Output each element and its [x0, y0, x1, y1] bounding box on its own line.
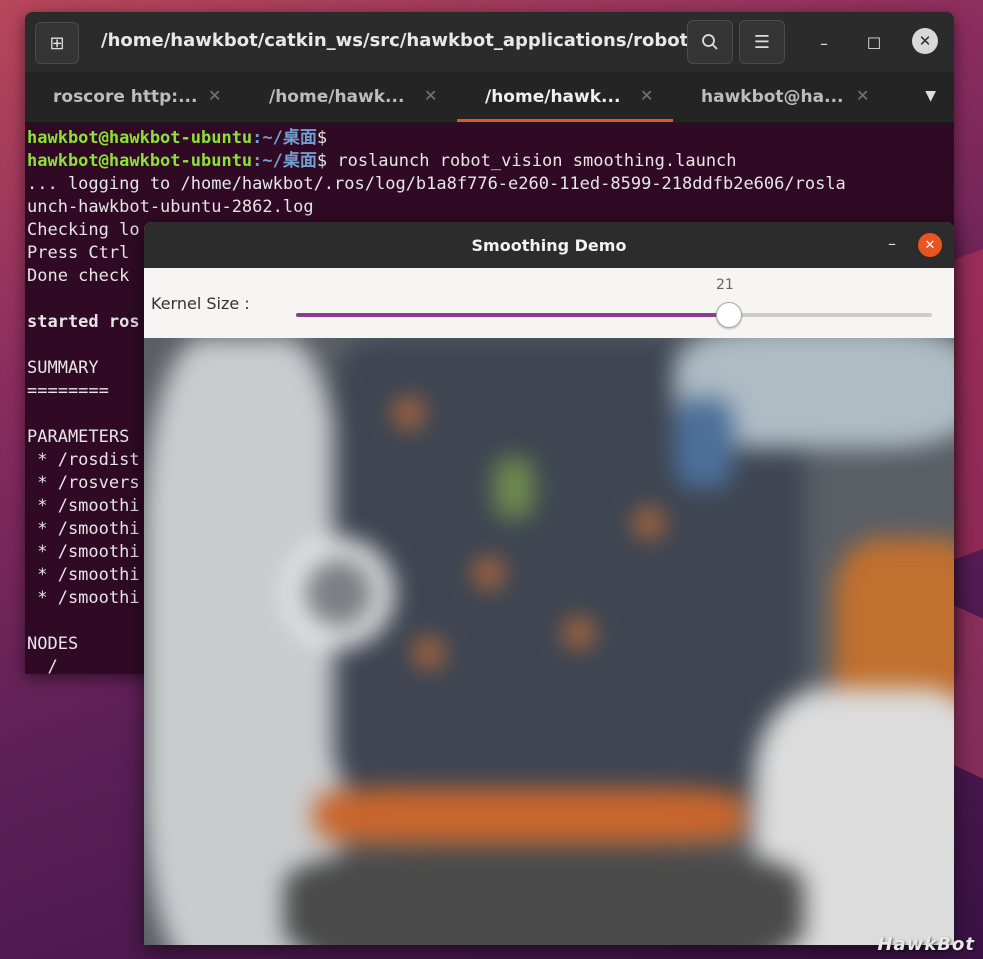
- minimize-icon[interactable]: –: [888, 234, 896, 253]
- tab-roscore[interactable]: roscore http:... ✕: [25, 72, 241, 122]
- demo-titlebar: Smoothing Demo – ✕: [144, 222, 954, 268]
- close-icon[interactable]: ✕: [912, 28, 938, 54]
- tab-close-icon[interactable]: ✕: [208, 86, 221, 105]
- minimize-icon[interactable]: –: [809, 28, 839, 58]
- terminal-line: hawkbot@hawkbot-ubuntu:~/桌面$: [27, 128, 328, 148]
- kernel-controls: Kernel Size : 21: [144, 268, 954, 338]
- blurred-camera-image: [144, 338, 954, 945]
- kernel-size-label: Kernel Size :: [151, 294, 250, 313]
- kernel-size-slider[interactable]: [296, 313, 932, 317]
- tab-close-icon[interactable]: ✕: [640, 86, 653, 105]
- terminal-line: unch-hawkbot-ubuntu-2862.log: [27, 197, 314, 217]
- smoothing-demo-window: Smoothing Demo – ✕ Kernel Size : 21: [144, 222, 954, 945]
- hawkbot-watermark: HawkBot: [877, 934, 975, 955]
- close-icon[interactable]: ✕: [918, 233, 942, 257]
- tab-bar: roscore http:... ✕ /home/hawk... ✕ /home…: [25, 72, 954, 123]
- search-icon[interactable]: [687, 20, 733, 64]
- chevron-down-icon[interactable]: ▼: [925, 88, 936, 104]
- menu-icon[interactable]: ☰: [739, 20, 785, 64]
- slider-thumb[interactable]: [716, 302, 743, 328]
- terminal-line: ... logging to /home/hawkbot/.ros/log/b1…: [27, 174, 846, 194]
- tab-close-icon[interactable]: ✕: [424, 86, 437, 105]
- slider-fill: [296, 313, 729, 317]
- tab-home-1[interactable]: /home/hawk... ✕: [241, 72, 457, 122]
- new-tab-icon[interactable]: ⊞: [35, 22, 79, 64]
- maximize-icon[interactable]: ☐: [859, 28, 889, 58]
- tab-close-icon[interactable]: ✕: [856, 86, 869, 105]
- tab-home-2[interactable]: /home/hawk... ✕: [457, 72, 673, 122]
- terminal-line: hawkbot@hawkbot-ubuntu:~/桌面$ roslaunch r…: [27, 151, 737, 171]
- demo-title: Smoothing Demo: [471, 236, 627, 255]
- window-title: /home/hawkbot/catkin_ws/src/hawkbot_appl…: [101, 30, 718, 51]
- kernel-size-value: 21: [716, 277, 734, 293]
- tab-hawkbot[interactable]: hawkbot@ha... ✕: [673, 72, 889, 122]
- terminal-titlebar: ⊞ /home/hawkbot/catkin_ws/src/hawkbot_ap…: [25, 12, 954, 72]
